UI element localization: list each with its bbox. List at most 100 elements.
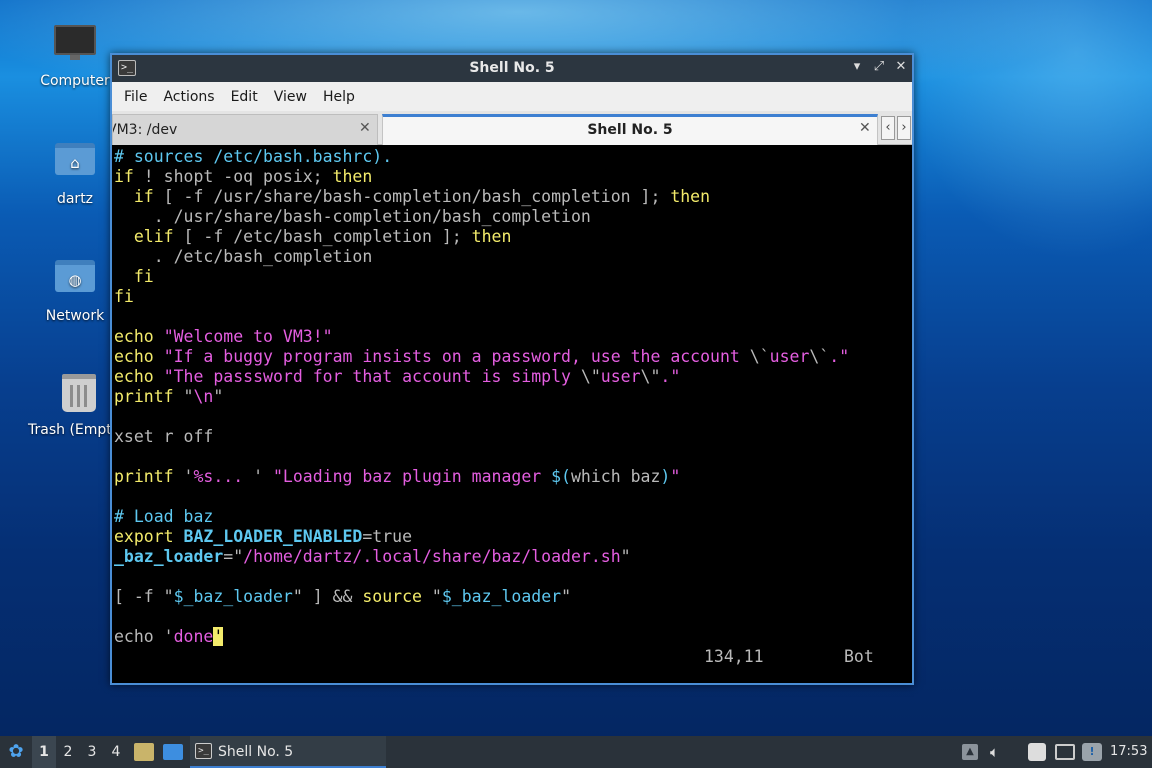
code-token: . /usr/share/bash-completion/bash_comple… bbox=[114, 207, 591, 226]
tab-scroll-left-icon[interactable]: ‹ bbox=[881, 116, 895, 140]
code-token: " bbox=[670, 467, 681, 486]
menu-edit[interactable]: Edit bbox=[223, 89, 266, 105]
code-token: echo ' bbox=[114, 627, 174, 646]
volume-icon[interactable]: 🔈︎ bbox=[990, 736, 999, 768]
desktop-icon-network[interactable]: ◍ Network bbox=[27, 254, 123, 324]
workspace-2[interactable]: 2 bbox=[56, 736, 80, 768]
terminal-content[interactable]: # sources /etc/bash.bashrc). if ! shopt -… bbox=[112, 145, 912, 683]
terminal-lines: # sources /etc/bash.bashrc). if ! shopt -… bbox=[112, 147, 912, 647]
code-token: echo bbox=[114, 367, 154, 386]
code-token: # Load baz bbox=[114, 507, 214, 526]
code-token: . /etc/bash_completion bbox=[114, 247, 373, 266]
desktop-icon-label: dartz bbox=[56, 191, 94, 207]
code-token: $_baz_loader bbox=[173, 587, 293, 606]
code-token: if bbox=[133, 187, 154, 206]
start-menu-icon[interactable]: ✿ bbox=[4, 736, 28, 768]
code-token: \" bbox=[580, 367, 601, 386]
tab-label: Shell No. 5 bbox=[587, 122, 673, 138]
code-token: " ] && bbox=[292, 587, 363, 606]
code-token: user bbox=[769, 347, 810, 366]
menu-actions[interactable]: Actions bbox=[155, 89, 222, 105]
desktop-icon-home[interactable]: ⌂ dartz bbox=[27, 137, 123, 207]
code-token: printf bbox=[114, 387, 174, 406]
terminal-line: . /etc/bash_completion bbox=[112, 247, 912, 267]
menu-help[interactable]: Help bbox=[315, 89, 363, 105]
terminal-line: printf '%s... ' "Loading baz plugin mana… bbox=[112, 467, 912, 487]
code-token: echo bbox=[114, 327, 154, 346]
show-desktop-icon[interactable] bbox=[163, 744, 183, 760]
code-token: " bbox=[561, 587, 572, 606]
code-token: if bbox=[114, 167, 134, 186]
taskbar-task-shell[interactable]: >_ Shell No. 5 bbox=[190, 736, 386, 768]
code-token: ' bbox=[173, 467, 194, 486]
clock[interactable]: 17:53 bbox=[1110, 736, 1147, 768]
tray-arrow-up-icon[interactable]: ▲ bbox=[962, 744, 978, 760]
terminal-line: _baz_loader="/home/dartz/.local/share/ba… bbox=[112, 547, 912, 567]
code-token: %s... bbox=[193, 467, 254, 486]
code-token: xset r off bbox=[114, 427, 214, 446]
notification-icon[interactable]: ! bbox=[1082, 743, 1102, 761]
code-token: [ -f /etc/bash_completion ]; bbox=[173, 227, 472, 246]
terminal-line: fi bbox=[112, 287, 912, 307]
tab-vm3-dev[interactable]: VM3: /dev ✕ bbox=[112, 114, 378, 145]
tab-label: VM3: /dev bbox=[112, 122, 178, 138]
menu-file[interactable]: File bbox=[116, 89, 155, 105]
code-token: ! shopt -oq posix; bbox=[133, 167, 333, 186]
window-titlebar[interactable]: >_ Shell No. 5 ▾ ⤢ ✕ bbox=[112, 55, 912, 82]
code-token: then bbox=[471, 227, 512, 246]
desktop-icon-label: Computer bbox=[40, 73, 110, 89]
code-token: ' bbox=[253, 467, 273, 486]
file-manager-icon[interactable] bbox=[134, 743, 154, 761]
terminal-line: printf "\n" bbox=[112, 387, 912, 407]
code-token: \` bbox=[749, 347, 770, 366]
code-token: $_baz_loader bbox=[441, 587, 562, 606]
code-token: elif bbox=[133, 227, 174, 246]
code-token: source bbox=[362, 587, 422, 606]
menu-bar: File Actions Edit View Help bbox=[112, 82, 912, 111]
scroll-position: Bot bbox=[844, 647, 874, 666]
terminal-line: . /usr/share/bash-completion/bash_comple… bbox=[112, 207, 912, 227]
terminal-line: echo "If a buggy program insists on a pa… bbox=[112, 347, 912, 367]
code-token: " bbox=[173, 387, 194, 406]
trash-icon bbox=[57, 374, 101, 418]
code-token: fi bbox=[133, 267, 154, 286]
workspace-3[interactable]: 3 bbox=[80, 736, 104, 768]
minimize-icon[interactable]: ▾ bbox=[848, 59, 866, 74]
code-token: [ -f " bbox=[114, 587, 174, 606]
task-label: Shell No. 5 bbox=[218, 744, 294, 760]
terminal-line: echo "The passsword for that account is … bbox=[112, 367, 912, 387]
menu-view[interactable]: View bbox=[266, 89, 315, 105]
network-tray-icon[interactable] bbox=[1055, 744, 1075, 760]
code-token: BAZ_LOADER_ENABLED bbox=[183, 527, 363, 546]
tab-close-icon[interactable]: ✕ bbox=[859, 120, 871, 136]
workspace-1[interactable]: 1 bbox=[32, 736, 56, 768]
code-token: then bbox=[670, 187, 711, 206]
taskbar: ✿ 1 2 3 4 >_ Shell No. 5 ▲ 🔈︎ ! 17:53 bbox=[0, 736, 1152, 768]
close-icon[interactable]: ✕ bbox=[892, 59, 910, 74]
terminal-line: if [ -f /usr/share/bash-completion/bash_… bbox=[112, 187, 912, 207]
terminal-icon: >_ bbox=[195, 743, 212, 759]
wallpaper-glow-right bbox=[900, 0, 1152, 260]
code-token: " bbox=[421, 587, 442, 606]
desktop-icon-label: Network bbox=[45, 308, 105, 324]
code-token: ." bbox=[660, 367, 681, 386]
maximize-icon[interactable]: ⤢ bbox=[870, 59, 888, 74]
code-token: which baz bbox=[571, 467, 661, 486]
code-token: $( bbox=[551, 467, 571, 486]
computer-icon bbox=[53, 25, 97, 69]
code-token: ) bbox=[660, 467, 671, 486]
clipboard-icon[interactable] bbox=[1028, 743, 1046, 761]
terminal-line: elif [ -f /etc/bash_completion ]; then bbox=[112, 227, 912, 247]
code-token: _baz_loader bbox=[114, 547, 224, 566]
workspace-4[interactable]: 4 bbox=[104, 736, 128, 768]
tab-close-icon[interactable]: ✕ bbox=[359, 120, 371, 136]
desktop-icon-computer[interactable]: Computer bbox=[27, 20, 123, 89]
tab-scroll-right-icon[interactable]: › bbox=[897, 116, 911, 140]
tab-shell-no-5[interactable]: Shell No. 5 ✕ bbox=[382, 114, 878, 145]
code-token: user bbox=[600, 367, 641, 386]
